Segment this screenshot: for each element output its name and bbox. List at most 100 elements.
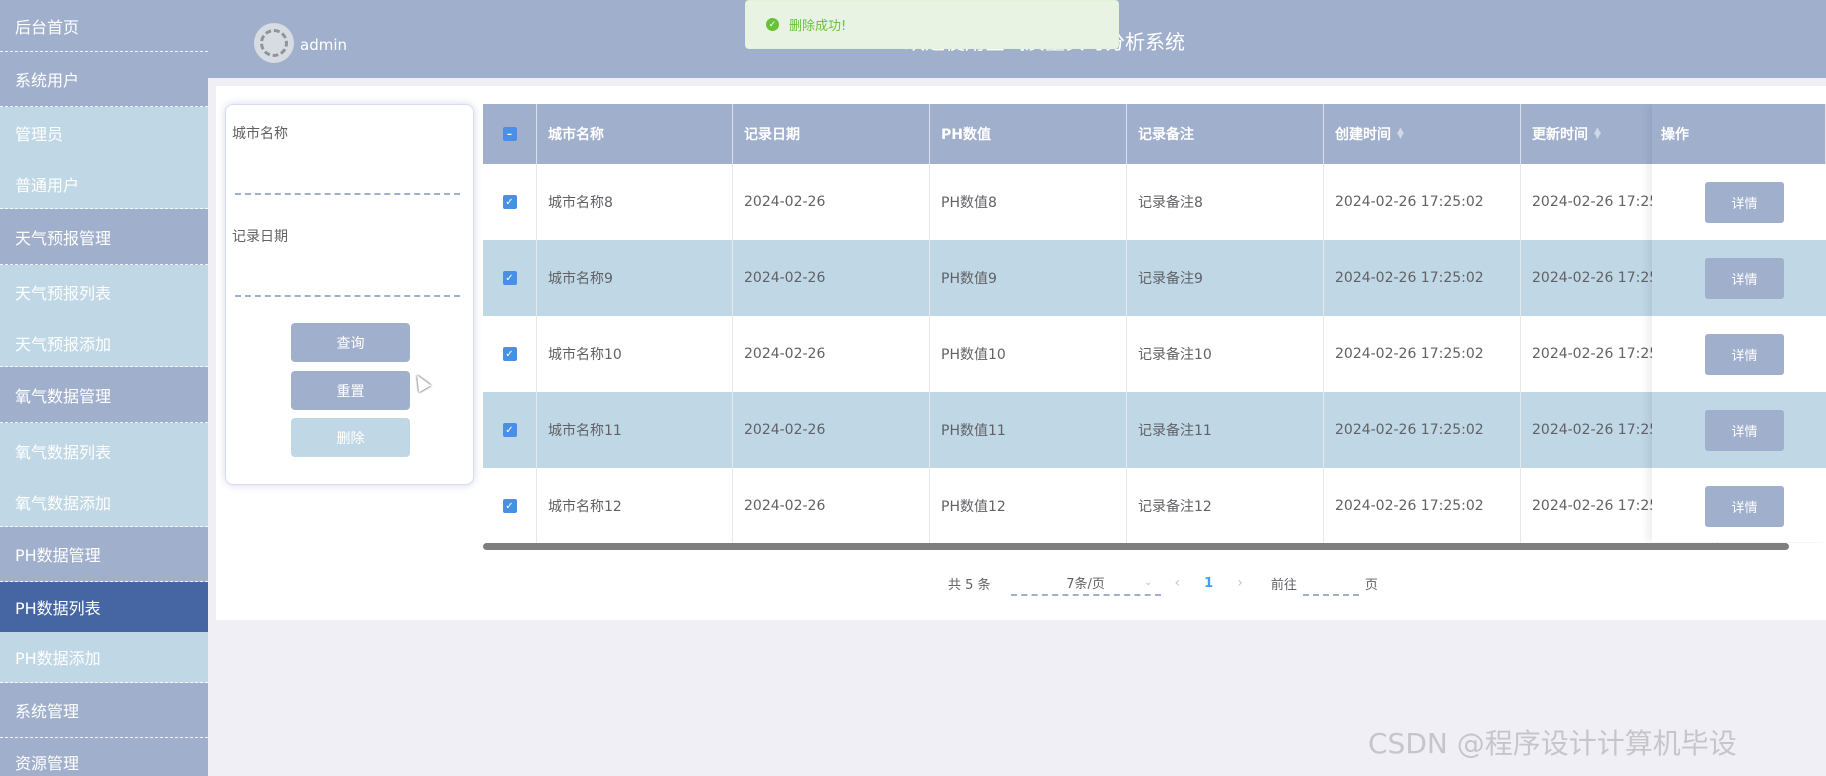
table-row[interactable]: ✓ 城市名称12 2024-02-26 PH数值12 记录备注12 2024-02-26 …	[483, 468, 1826, 543]
table-row[interactable]: ✓ 城市名称11 2024-02-26 PH数值11 记录备注11 2024-02-26 …	[483, 392, 1826, 468]
column-header: 城市名称	[537, 104, 733, 164]
sidebar-item-label: 资源管理	[15, 754, 80, 773]
detail-button[interactable]: 详情	[1705, 333, 1784, 375]
column-header: 记录备注	[1127, 104, 1324, 164]
table-cell-city: 城市名称11	[537, 392, 733, 468]
cell-value: PH数值11	[941, 423, 1006, 439]
record-date-input[interactable]	[235, 271, 460, 297]
cell-value: PH数值9	[941, 271, 997, 287]
table-cell-created: 2024-02-26 17:25:02	[1324, 164, 1521, 240]
cell-value: 2024-02-26 17:25:0	[1532, 422, 1672, 438]
page-size-select[interactable]: 7条/页 ⌄	[1010, 570, 1161, 596]
sort-icon[interactable]: ▲ ▼	[1397, 127, 1405, 141]
table-cell-created: 2024-02-26 17:25:02	[1324, 240, 1521, 316]
delete-button[interactable]: 删除	[291, 418, 410, 457]
column-header-label: 更新时间	[1532, 127, 1588, 143]
column-header[interactable]: 创建时间 ▲ ▼	[1324, 104, 1521, 164]
sidebar-item[interactable]: 天气预报添加	[0, 319, 208, 367]
table-cell-note: 记录备注8	[1127, 164, 1324, 240]
row-checkbox[interactable]: ✓	[502, 347, 517, 361]
cell-value: 记录备注8	[1138, 195, 1203, 211]
reset-button[interactable]: 重置	[291, 371, 410, 410]
row-checkbox[interactable]: ✓	[502, 271, 517, 285]
cell-value: 记录备注12	[1138, 499, 1212, 515]
operations-cell: 详情	[1652, 316, 1826, 392]
sidebar-item[interactable]: PH数据管理	[0, 527, 208, 582]
table-cell-ph: PH数值9	[930, 240, 1127, 316]
sidebar-item[interactable]: 天气预报列表	[0, 265, 208, 319]
city-name-input[interactable]	[235, 169, 460, 195]
sidebar-item[interactable]: 资源管理	[0, 738, 208, 776]
cell-value: 2024-02-26 17:25:02	[1335, 194, 1484, 210]
cell-value: 城市名称9	[548, 271, 613, 287]
sidebar-item[interactable]: 后台首页	[0, 0, 208, 52]
table-row[interactable]: ✓ 城市名称9 2024-02-26 PH数值9 记录备注9 2024-02-26 17:…	[483, 240, 1826, 316]
column-header: PH数值	[930, 104, 1127, 164]
cell-value: PH数值12	[941, 499, 1006, 515]
cell-value: 2024-02-26 17:25:02	[1335, 346, 1484, 362]
watermark: CSDN @程序设计计算机毕设	[1368, 727, 1737, 760]
sidebar-item[interactable]: 氧气数据列表	[0, 423, 208, 478]
next-page-icon[interactable]: ›	[1237, 575, 1243, 591]
total-count: 共 5 条	[948, 577, 991, 593]
goto-page-input[interactable]	[1302, 570, 1359, 596]
detail-button[interactable]: 详情	[1705, 485, 1784, 527]
sidebar-item[interactable]: 系统用户	[0, 52, 208, 107]
table-cell-note: 记录备注10	[1127, 316, 1324, 392]
sidebar-item-label: 天气预报列表	[15, 284, 112, 303]
sidebar-item[interactable]: 氧气数据添加	[0, 478, 208, 527]
cell-value: 城市名称12	[548, 499, 622, 515]
avatar[interactable]	[254, 23, 294, 63]
sidebar-item[interactable]: PH数据列表	[0, 582, 208, 632]
cell-value: 记录备注10	[1138, 347, 1212, 363]
current-page[interactable]: 1	[1204, 576, 1213, 591]
sidebar-item[interactable]: 普通用户	[0, 159, 208, 209]
table-cell-ph: PH数值10	[930, 316, 1127, 392]
operations-cell: 详情	[1652, 240, 1826, 316]
search-panel: 城市名称 记录日期 查询 重置 删除	[225, 104, 474, 485]
table-row[interactable]: ✓ 城市名称10 2024-02-26 PH数值10 记录备注10 2024-02-26 …	[483, 316, 1826, 392]
operations-column: 操作 详情 详情 详情 详情 详情	[1652, 104, 1826, 542]
cell-value: 2024-02-26	[744, 270, 826, 286]
success-toast: ✓ 删除成功!	[745, 0, 1119, 49]
sidebar-item-label: 氧气数据列表	[15, 442, 112, 462]
sort-icon[interactable]: ▲ ▼	[1594, 127, 1602, 141]
cell-value: 2024-02-26	[744, 498, 826, 514]
table-cell-created: 2024-02-26 17:25:02	[1324, 468, 1521, 543]
operations-header: 操作	[1652, 104, 1826, 164]
sidebar-item[interactable]: PH数据添加	[0, 632, 208, 683]
cell-value: 2024-02-26	[744, 346, 826, 362]
sidebar-item-label: 氧气数据添加	[15, 494, 112, 513]
table-cell-date: 2024-02-26	[733, 392, 930, 468]
table-cell-ph: PH数值11	[930, 392, 1127, 468]
sidebar-item[interactable]: 管理员	[0, 107, 208, 159]
prev-page-icon[interactable]: ‹	[1175, 575, 1181, 591]
row-checkbox[interactable]: ✓	[502, 195, 517, 209]
operations-cell: 详情	[1652, 468, 1826, 542]
detail-button[interactable]: 详情	[1705, 409, 1784, 451]
detail-button[interactable]: 详情	[1705, 257, 1784, 299]
horizontal-scrollbar[interactable]	[483, 543, 1789, 550]
sidebar-item-label: PH数据管理	[15, 546, 101, 565]
row-select-cell: ✓	[483, 468, 537, 543]
sidebar-item-label: 系统用户	[15, 71, 80, 90]
row-checkbox[interactable]: ✓	[502, 499, 517, 513]
sidebar-item[interactable]: 天气预报管理	[0, 209, 208, 265]
cell-value: 城市名称8	[548, 195, 613, 211]
sidebar-item[interactable]: 系统管理	[0, 683, 208, 738]
cell-value: 2024-02-26 17:25:0	[1532, 194, 1672, 210]
row-checkbox[interactable]: ✓	[502, 423, 517, 437]
row-select-cell: ✓	[483, 392, 537, 468]
username: admin	[300, 36, 347, 54]
table-cell-date: 2024-02-26	[733, 164, 930, 240]
sidebar-item-label: PH数据添加	[15, 649, 101, 668]
query-button[interactable]: 查询	[291, 323, 410, 362]
table-cell-ph: PH数值12	[930, 468, 1127, 543]
table-cell-city: 城市名称10	[537, 316, 733, 392]
table-row[interactable]: ✓ 城市名称8 2024-02-26 PH数值8 记录备注8 2024-02-26 17:…	[483, 164, 1826, 240]
detail-button[interactable]: 详情	[1705, 181, 1784, 223]
select-all-checkbox[interactable]: –	[502, 127, 517, 141]
sidebar-item[interactable]: 氧气数据管理	[0, 367, 208, 423]
cell-value: 记录备注11	[1138, 423, 1212, 439]
record-date-label: 记录日期	[232, 229, 288, 245]
